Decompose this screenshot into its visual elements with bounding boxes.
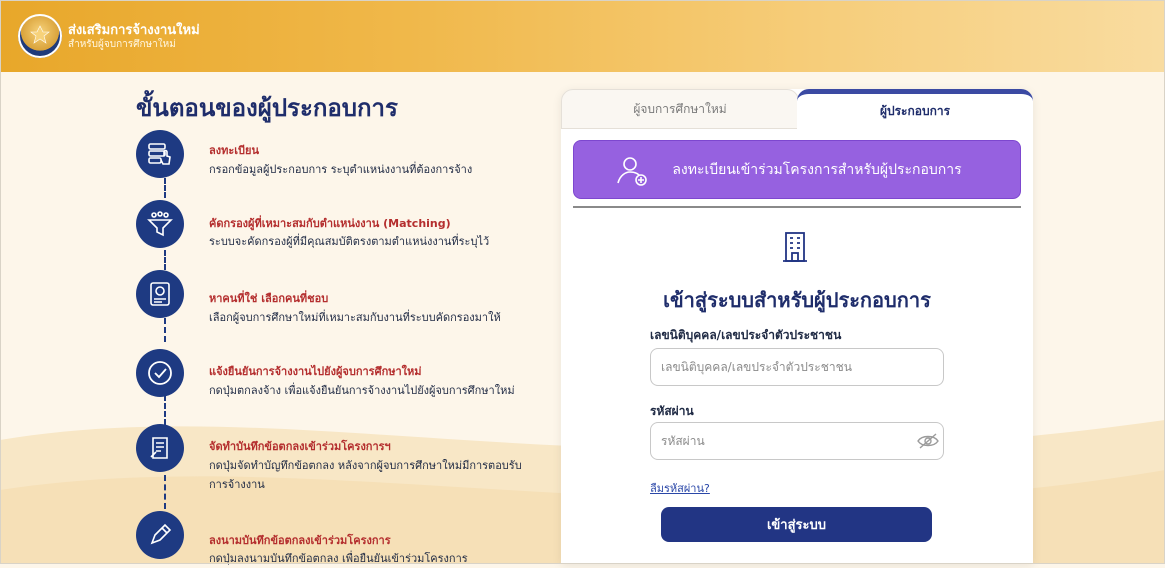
login-title: เข้าสู่ระบบสำหรับผู้ประกอบการ [663, 288, 931, 312]
step-title: จัดทำบันทึกข้อตกลงเข้าร่วมโครงการฯ [209, 440, 391, 453]
step-description: กดปุ่มลงนามบันทึกข้อตกลง เพื่อยืนยันเข้า… [209, 552, 468, 565]
step-connector [164, 318, 166, 342]
step-title: ลงนามบันทึกข้อตกลงเข้าร่วมโครงการ [209, 534, 391, 547]
pen-sign-icon [136, 511, 184, 559]
step-title: คัดกรองผู้ที่เหมาะสมกับตำแหน่งงาน (Match… [209, 217, 451, 230]
eye-off-icon[interactable] [917, 433, 939, 449]
id-field-label: เลขนิติบุคคล/เลขประจำตัวประชาชน [650, 328, 842, 342]
forgot-password-link[interactable]: ลืมรหัสผ่าน? [650, 479, 710, 497]
register-button[interactable]: ลงทะเบียนเข้าร่วมโครงการสำหรับผู้ประกอบก… [573, 140, 1021, 199]
step-connector [164, 395, 166, 425]
password-input[interactable] [650, 422, 944, 460]
step-connector [164, 475, 166, 509]
password-field-label: รหัสผ่าน [650, 404, 694, 418]
step-connector [164, 250, 166, 270]
step-title: แจ้งยืนยันการจ้างงานไปยังผู้จบการศึกษาให… [209, 365, 422, 378]
tab-employer[interactable]: ผู้ประกอบการ [797, 89, 1033, 129]
top-banner: ส่งเสริมการจ้างงานใหม่ สำหรับผู้จบการศึก… [0, 0, 1165, 72]
tab-graduate[interactable]: ผู้จบการศึกษาใหม่ [561, 89, 799, 129]
steps-heading: ขั้นตอนของผู้ประกอบการ [136, 94, 398, 122]
id-number-input[interactable] [650, 348, 944, 386]
divider [573, 206, 1021, 208]
step-description: กดปุ่มตกลงจ้าง เพื่อแจ้งยืนยันการจ้างงาน… [209, 384, 515, 397]
register-hand-icon [136, 130, 184, 178]
step-description: ระบบจะคัดกรองผู้ที่มีคุณสมบัติตรงตามตำแห… [209, 235, 490, 248]
building-icon [783, 232, 807, 262]
add-user-icon [617, 157, 647, 186]
login-button[interactable]: เข้าสู่ระบบ [661, 507, 932, 542]
step-connector [164, 178, 166, 198]
step-description: กดปุ่มจัดทำบัญทึกข้อตกลง หลังจากผู้จบการ… [209, 459, 522, 491]
profile-search-icon [136, 270, 184, 318]
step-description: กรอกข้อมูลผู้ประกอบการ ระบุตำแหน่งงานที่… [209, 163, 473, 176]
check-circle-icon [136, 349, 184, 397]
brand-subtitle: สำหรับผู้จบการศึกษาใหม่ [68, 39, 176, 50]
filter-funnel-icon [136, 200, 184, 248]
step-title: หาคนที่ใช่ เลือกคนที่ชอบ [209, 292, 329, 305]
register-button-label: ลงทะเบียนเข้าร่วมโครงการสำหรับผู้ประกอบก… [672, 161, 962, 178]
government-seal-icon[interactable] [18, 14, 62, 58]
step-title: ลงทะเบียน [209, 144, 259, 157]
document-scroll-icon [136, 424, 184, 472]
step-description: เลือกผู้จบการศึกษาใหม่ที่เหมาะสมกับงานที… [209, 311, 501, 324]
